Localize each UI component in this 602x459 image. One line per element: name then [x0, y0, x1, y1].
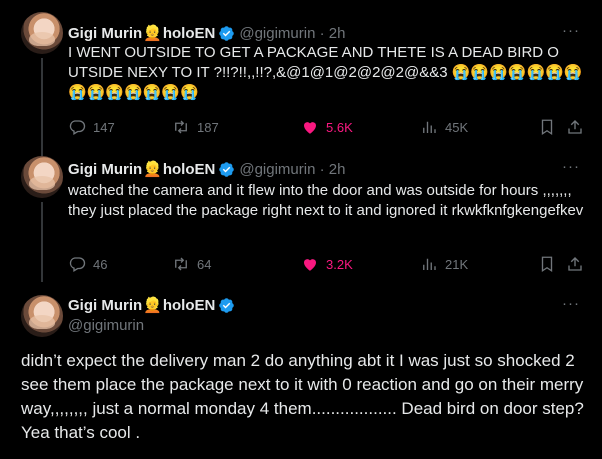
- tweet-3-focused[interactable]: Gigi Murin 👱 holoEN @gigimurin ··· didn’…: [0, 285, 602, 459]
- bookmark-icon: [541, 256, 553, 273]
- avatar[interactable]: [21, 12, 63, 54]
- like-button[interactable]: 5.6K: [301, 117, 353, 137]
- retweet-count: 64: [197, 256, 212, 272]
- tweet-text: I WENT OUTSIDE TO GET A PACKAGE AND THET…: [68, 44, 583, 101]
- reply-icon: [69, 120, 86, 135]
- heart-icon: [304, 122, 316, 134]
- share-icon: [568, 257, 582, 271]
- tweet-header: Gigi Murin 👱 holoEN @gigimurin · 2h: [68, 159, 345, 179]
- bookmark-button[interactable]: [538, 254, 563, 274]
- views-icon: [423, 121, 436, 133]
- verified-icon: [219, 297, 235, 313]
- tweet-text: didn’t expect the delivery man 2 do anyt…: [21, 351, 584, 442]
- retweet-icon: [175, 120, 187, 134]
- heart-icon: [304, 259, 316, 271]
- bookmark-button[interactable]: [538, 117, 563, 137]
- avatar[interactable]: [21, 156, 63, 198]
- reply-icon: [69, 257, 86, 272]
- handle-and-time[interactable]: @gigimurin · 2h: [239, 25, 345, 42]
- handle-and-time[interactable]: @gigimurin · 2h: [239, 161, 345, 178]
- verified-icon: [219, 161, 235, 177]
- name-emoji: 👱: [143, 161, 162, 178]
- views-count: 21K: [445, 256, 469, 272]
- views-button[interactable]: 45K: [420, 117, 468, 137]
- display-name-suffix[interactable]: holoEN: [163, 297, 216, 314]
- display-name[interactable]: Gigi Murin: [68, 25, 142, 42]
- reply-button[interactable]: 46: [68, 254, 107, 274]
- share-button[interactable]: [566, 254, 591, 274]
- name-emoji: 👱: [143, 297, 162, 314]
- views-button[interactable]: 21K: [420, 254, 468, 274]
- reply-button[interactable]: 147: [68, 117, 115, 137]
- thread-line: [41, 202, 43, 282]
- reply-count: 46: [93, 256, 108, 272]
- tweet-header: Gigi Murin 👱 holoEN: [68, 296, 235, 314]
- display-name[interactable]: Gigi Murin: [68, 161, 142, 178]
- more-icon[interactable]: ···: [562, 22, 580, 39]
- name-emoji: 👱: [143, 25, 162, 42]
- retweet-icon: [175, 257, 187, 271]
- retweet-count: 187: [197, 119, 219, 135]
- avatar[interactable]: [21, 295, 63, 337]
- display-name-suffix[interactable]: holoEN: [163, 25, 216, 42]
- tweet-text: watched the camera and it flew into the …: [68, 182, 584, 219]
- views-count: 45K: [445, 119, 469, 135]
- share-icon: [568, 120, 582, 134]
- retweet-button[interactable]: 187: [172, 117, 219, 137]
- action-bar: 46 64 3.2K 21K: [68, 254, 592, 274]
- retweet-button[interactable]: 64: [172, 254, 211, 274]
- more-icon[interactable]: ···: [562, 158, 580, 175]
- display-name[interactable]: Gigi Murin: [68, 297, 142, 314]
- action-bar: 147 187 5.6K 45K: [68, 117, 592, 137]
- thread-line: [41, 58, 43, 156]
- reply-count: 147: [93, 119, 115, 135]
- bookmark-icon: [541, 119, 553, 136]
- like-count: 3.2K: [326, 256, 353, 272]
- tweet-2[interactable]: Gigi Murin 👱 holoEN @gigimurin · 2h ··· …: [0, 150, 602, 285]
- like-button[interactable]: 3.2K: [301, 254, 353, 274]
- more-icon[interactable]: ···: [562, 295, 580, 312]
- like-count: 5.6K: [326, 119, 353, 135]
- share-button[interactable]: [566, 117, 591, 137]
- display-name-suffix[interactable]: holoEN: [163, 161, 216, 178]
- tweet-header: Gigi Murin 👱 holoEN @gigimurin · 2h: [68, 23, 345, 43]
- handle[interactable]: @gigimurin: [68, 317, 144, 334]
- views-icon: [423, 258, 436, 270]
- tweet-1[interactable]: Gigi Murin 👱 holoEN @gigimurin · 2h ··· …: [0, 0, 602, 156]
- verified-icon: [219, 25, 235, 41]
